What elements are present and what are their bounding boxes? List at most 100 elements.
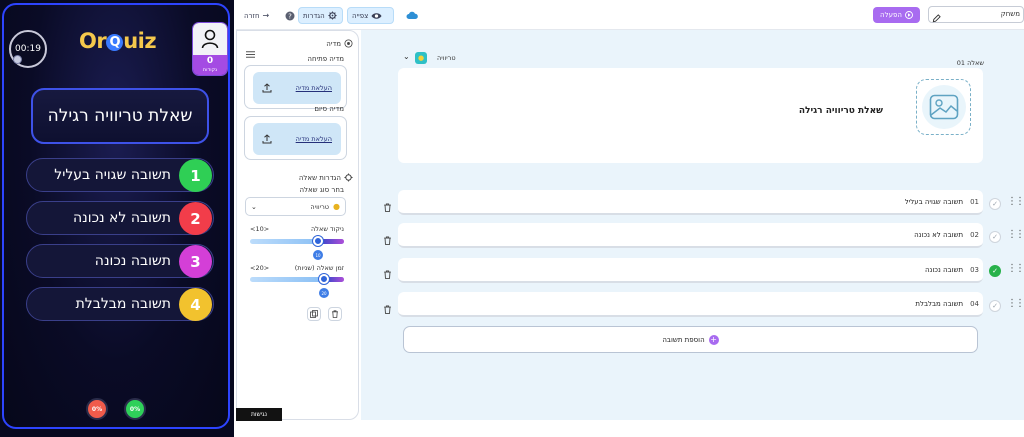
back-label: חזרה bbox=[244, 11, 260, 20]
logo-text-end: uiz bbox=[123, 29, 157, 53]
preview-answer-text: תשובה שגויה בעליל bbox=[54, 167, 171, 183]
duplicate-question-button[interactable] bbox=[307, 307, 321, 321]
question-type-select[interactable]: ⌄ ● טריוויה bbox=[245, 197, 346, 216]
help-icon: ? bbox=[285, 11, 295, 20]
drag-handle-icon[interactable]: ⋮⋮ bbox=[1007, 230, 1024, 240]
question-number: שאלה 01 bbox=[956, 59, 984, 67]
menu-icon[interactable] bbox=[246, 43, 255, 62]
question-settings-label: הגדרות שאלה bbox=[298, 173, 341, 182]
copy-icon bbox=[310, 310, 318, 318]
upload-label: העלאת מדיה bbox=[295, 84, 332, 92]
question-title[interactable]: שאלת טריוויה רגילה bbox=[799, 106, 883, 116]
cloud-icon bbox=[406, 11, 418, 19]
delete-question-button[interactable] bbox=[328, 307, 342, 321]
check-icon: ✓ bbox=[992, 233, 998, 241]
delete-answer-button-3[interactable] bbox=[383, 264, 392, 283]
trash-icon bbox=[384, 203, 391, 212]
answer-text[interactable]: תשובה מבלבלת bbox=[915, 300, 963, 308]
preview-label: צפייה bbox=[352, 11, 369, 20]
media-settings-icon bbox=[344, 39, 353, 48]
start-label: הפעלה bbox=[880, 11, 902, 19]
answer-correct-toggle-4[interactable]: ✓ bbox=[989, 300, 1001, 312]
question-type-value: טריוויה bbox=[310, 202, 330, 211]
media-header-label: מדיה bbox=[326, 39, 341, 48]
answer-number-1: 1 bbox=[179, 159, 212, 192]
drag-handle-icon[interactable]: ⋮⋮ bbox=[1007, 299, 1024, 309]
player-score-card: 0 נקודות bbox=[192, 22, 228, 76]
opening-media-upload-button[interactable]: העלאת מדיה bbox=[253, 72, 341, 104]
preview-answer-2: 2 תשובה לא נכונה bbox=[26, 201, 214, 235]
wrong-percent-badge: 0% bbox=[86, 398, 108, 420]
check-icon: ✓ bbox=[992, 302, 998, 310]
preview-button[interactable]: צפייה bbox=[347, 7, 394, 24]
answer-number-2: 2 bbox=[179, 202, 212, 235]
answer-correct-toggle-1[interactable]: ✓ bbox=[989, 198, 1001, 210]
add-answer-label: הוספת תשובה bbox=[662, 335, 705, 344]
answer-row-1[interactable]: 01 תשובה שגויה בעליל bbox=[398, 190, 983, 215]
lightbulb-icon: ● bbox=[417, 54, 425, 62]
answer-text[interactable]: תשובה שגויה בעליל bbox=[905, 198, 963, 206]
answer-text[interactable]: תשובה נכונה bbox=[925, 266, 963, 274]
arrow-right-icon: → bbox=[262, 11, 270, 20]
answer-num: 02 bbox=[970, 230, 979, 239]
accessibility-tab[interactable]: נגישות bbox=[236, 408, 282, 421]
upload-icon bbox=[262, 134, 272, 144]
cloud-save-button[interactable] bbox=[402, 7, 422, 24]
end-media-upload-button[interactable]: העלאת מדיה bbox=[253, 123, 341, 155]
question-card[interactable]: שאלת טריוויה רגילה bbox=[398, 68, 983, 163]
gear-icon bbox=[344, 173, 353, 182]
preview-answer-text: תשובה נכונה bbox=[94, 253, 171, 269]
time-slider-thumb[interactable] bbox=[319, 274, 329, 284]
delete-answer-button-4[interactable] bbox=[383, 299, 392, 318]
answer-correct-toggle-3[interactable]: ✓ bbox=[989, 265, 1001, 277]
chevron-down-icon[interactable]: ⌄ bbox=[403, 52, 410, 61]
answer-correct-toggle-2[interactable]: ✓ bbox=[989, 231, 1001, 243]
gear-icon bbox=[328, 11, 337, 20]
score-label: ניקוד שאלה bbox=[311, 225, 344, 233]
score-slider-thumb[interactable] bbox=[313, 236, 323, 246]
preview-answer-3: 3 תשובה נכונה bbox=[26, 244, 214, 278]
answer-number-4: 4 bbox=[179, 288, 212, 321]
end-media-label: מדיה סיום bbox=[314, 105, 344, 113]
score-value: <10> bbox=[250, 225, 270, 233]
add-answer-button[interactable]: + הוספת תשובה bbox=[403, 326, 978, 353]
upload-label: העלאת מדיה bbox=[295, 135, 332, 143]
upload-icon bbox=[262, 83, 272, 93]
question-settings-header[interactable]: הגדרות שאלה bbox=[299, 173, 353, 182]
plus-icon: + bbox=[708, 334, 719, 345]
drag-handle-icon[interactable]: ⋮⋮ bbox=[1007, 197, 1024, 207]
trash-icon bbox=[384, 305, 391, 314]
settings-button[interactable]: הגדרות bbox=[298, 7, 343, 24]
answer-num: 01 bbox=[970, 197, 979, 206]
answer-text[interactable]: תשובה לא נכונה bbox=[914, 231, 963, 239]
top-bar: חזרה → ? הגדרות צפייה הפעלה משחק bbox=[236, 0, 1024, 30]
pencil-icon[interactable] bbox=[932, 8, 941, 27]
user-icon bbox=[201, 29, 219, 49]
answer-number-3: 3 bbox=[179, 245, 212, 278]
drag-handle-icon[interactable]: ⋮⋮ bbox=[1007, 264, 1024, 274]
answer-row-2[interactable]: 02 תשובה לא נכונה bbox=[398, 223, 983, 248]
opening-media-label: מדיה פתיחה bbox=[307, 55, 344, 63]
delete-answer-button-1[interactable] bbox=[383, 197, 392, 216]
player-score: 0 bbox=[206, 56, 214, 66]
game-name-input[interactable]: משחק bbox=[928, 6, 1024, 23]
answer-row-4[interactable]: 04 תשובה מבלבלת bbox=[398, 292, 983, 317]
help-button[interactable]: ? bbox=[281, 7, 299, 24]
back-button[interactable]: חזרה → bbox=[240, 7, 273, 24]
media-section-header[interactable]: מדיה bbox=[326, 39, 353, 48]
settings-label: הגדרות bbox=[303, 11, 325, 20]
start-game-button[interactable]: הפעלה bbox=[873, 7, 920, 23]
trash-icon bbox=[384, 270, 391, 279]
answer-row-3[interactable]: 03 תשובה נכונה bbox=[398, 258, 983, 283]
lightbulb-icon: ● bbox=[333, 202, 340, 211]
delete-answer-button-2[interactable] bbox=[383, 230, 392, 249]
image-icon bbox=[929, 94, 958, 120]
game-preview: 00:19 Or Quiz 0 נקודות שאלת טריוויה רגילה… bbox=[0, 0, 234, 437]
choose-type-label: בחר סוג שאלה bbox=[299, 186, 344, 194]
score-slider[interactable] bbox=[250, 236, 344, 246]
question-image-placeholder[interactable] bbox=[916, 79, 971, 135]
preview-answer-text: תשובה מבלבלת bbox=[75, 296, 171, 312]
time-slider[interactable] bbox=[250, 274, 344, 284]
correct-percent-badge: 0% bbox=[124, 398, 146, 420]
play-icon bbox=[904, 11, 913, 19]
